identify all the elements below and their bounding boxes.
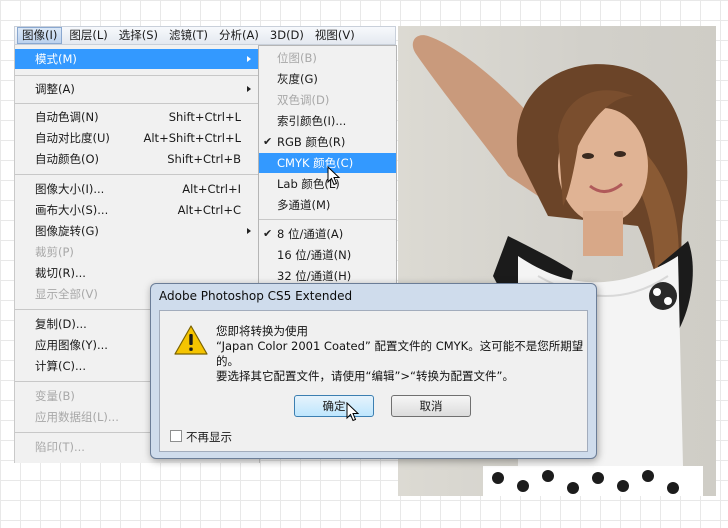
menu-item-shortcut: Shift+Ctrl+L (168, 110, 241, 124)
submenu-item-label: 双色调(D) (277, 93, 330, 107)
submenu-arrow-icon (247, 86, 251, 92)
menu-separator (15, 75, 259, 76)
menu-item-label: 裁切(R)... (35, 266, 86, 280)
warning-icon (174, 325, 208, 355)
submenu-item-duotone[interactable]: 双色调(D) (259, 90, 396, 110)
dialog-message-line: 要选择其它配置文件，请使用“编辑”>“转换为配置文件”。 (216, 369, 514, 383)
menu-item-label: 显示全部(V) (35, 287, 98, 301)
menu-item-label: 计算(C)... (35, 359, 86, 373)
menu-analysis[interactable]: 分析(A) (215, 27, 263, 44)
menu-item-label: 画布大小(S)... (35, 203, 109, 217)
menu-item-label: 应用图像(Y)... (35, 338, 108, 352)
cmyk-conversion-dialog: Adobe Photoshop CS5 Extended 您即将转换为使用 “J… (150, 283, 597, 459)
menu-layer[interactable]: 图层(L) (65, 27, 111, 44)
menu-item-mode[interactable]: 模式(M) (15, 49, 259, 69)
menu-item-label: 图像旋转(G) (35, 224, 99, 238)
menu-filter[interactable]: 滤镜(T) (165, 27, 212, 44)
dialog-body: 您即将转换为使用 “Japan Color 2001 Coated” 配置文件的… (159, 310, 588, 452)
menu-item-label: 模式(M) (35, 52, 77, 66)
submenu-item-label: 位图(B) (277, 51, 317, 65)
submenu-item-multichannel[interactable]: 多通道(M) (259, 195, 396, 215)
menu-item-label: 自动对比度(U) (35, 131, 110, 145)
menu-item-label: 图像大小(I)... (35, 182, 105, 196)
menu-item-image-size[interactable]: 图像大小(I)... Alt+Ctrl+I (15, 179, 259, 199)
menu-image[interactable]: 图像(I) (17, 27, 63, 44)
submenu-item-label: 灰度(G) (277, 72, 318, 86)
submenu-item-label: 16 位/通道(N) (277, 248, 352, 262)
menu-item-label: 调整(A) (35, 82, 75, 96)
submenu-item-label: CMYK 颜色(C) (277, 156, 354, 170)
checkmark-icon: ✔ (263, 135, 273, 148)
submenu-item-grayscale[interactable]: 灰度(G) (259, 69, 396, 89)
menu-item-shortcut: Alt+Shift+Ctrl+L (143, 131, 242, 145)
dialog-message-line: 的。 (216, 354, 239, 368)
submenu-item-rgb-color[interactable]: ✔ RGB 颜色(R) (259, 132, 396, 152)
menu-item-crop[interactable]: 裁剪(P) (15, 242, 259, 262)
menu-3d[interactable]: 3D(D) (266, 27, 308, 44)
submenu-arrow-icon (247, 228, 251, 234)
menubar: 图像(I) 图层(L) 选择(S) 滤镜(T) 分析(A) 3D(D) 视图(V… (14, 26, 396, 45)
dialog-message-line: 您即将转换为使用 (216, 324, 308, 338)
menu-item-label: 裁剪(P) (35, 245, 74, 259)
menu-separator (259, 219, 396, 220)
menu-item-label: 自动色调(N) (35, 110, 99, 124)
submenu-item-indexed-color[interactable]: 索引颜色(I)... (259, 111, 396, 131)
dont-show-again-checkbox[interactable] (170, 430, 182, 442)
submenu-item-bitmap[interactable]: 位图(B) (259, 48, 396, 68)
menu-item-image-rotation[interactable]: 图像旋转(G) (15, 221, 259, 241)
submenu-item-16-bit[interactable]: 16 位/通道(N) (259, 245, 396, 265)
ok-button[interactable]: 确定 (294, 395, 374, 417)
menu-separator (15, 174, 259, 175)
menu-view[interactable]: 视图(V) (311, 27, 359, 44)
submenu-item-8-bit[interactable]: ✔ 8 位/通道(A) (259, 224, 396, 244)
submenu-item-label: 多通道(M) (277, 198, 331, 212)
menu-separator (15, 103, 259, 104)
dialog-title: Adobe Photoshop CS5 Extended (159, 289, 353, 303)
checkmark-icon: ✔ (263, 227, 273, 240)
menu-item-shortcut: Shift+Ctrl+B (167, 152, 241, 166)
menu-item-shortcut: Alt+Ctrl+C (177, 203, 241, 217)
menu-item-label: 应用数据组(L)... (35, 410, 119, 424)
submenu-item-label: 32 位/通道(H) (277, 269, 352, 283)
menu-select[interactable]: 选择(S) (115, 27, 162, 44)
dialog-message-line: “Japan Color 2001 Coated” 配置文件的 CMYK。这可能… (216, 339, 584, 353)
menu-item-label: 陷印(T)... (35, 440, 85, 454)
menu-item-trim[interactable]: 裁切(R)... (15, 263, 259, 283)
menu-item-auto-tone[interactable]: 自动色调(N) Shift+Ctrl+L (15, 107, 259, 127)
menu-item-auto-contrast[interactable]: 自动对比度(U) Alt+Shift+Ctrl+L (15, 128, 259, 148)
dont-show-again-label: 不再显示 (186, 430, 232, 444)
cancel-button[interactable]: 取消 (391, 395, 471, 417)
menu-item-canvas-size[interactable]: 画布大小(S)... Alt+Ctrl+C (15, 200, 259, 220)
submenu-item-label: 索引颜色(I)... (277, 114, 347, 128)
mode-submenu: 位图(B) 灰度(G) 双色调(D) 索引颜色(I)... ✔ RGB 颜色(R… (258, 45, 397, 285)
menu-item-adjustments[interactable]: 调整(A) (15, 79, 259, 99)
menu-item-label: 自动颜色(O) (35, 152, 100, 166)
mouse-cursor-icon (327, 166, 341, 186)
menu-item-label: 变量(B) (35, 389, 75, 403)
hand-cursor-icon (346, 402, 360, 422)
menu-item-shortcut: Alt+Ctrl+I (182, 182, 241, 196)
submenu-arrow-icon (247, 56, 251, 62)
menu-item-auto-color[interactable]: 自动颜色(O) Shift+Ctrl+B (15, 149, 259, 169)
submenu-item-label: 8 位/通道(A) (277, 227, 344, 241)
menu-item-label: 复制(D)... (35, 317, 87, 331)
submenu-item-label: RGB 颜色(R) (277, 135, 346, 149)
